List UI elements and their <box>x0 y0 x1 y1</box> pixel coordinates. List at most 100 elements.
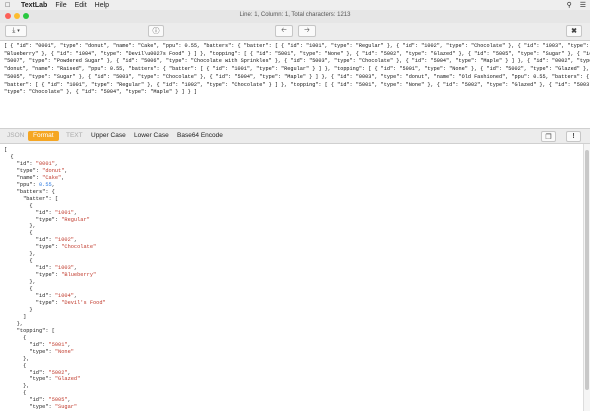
json-punctuation: "id": <box>4 209 55 216</box>
json-punctuation: , <box>54 160 59 167</box>
json-punctuation: { <box>4 202 33 209</box>
json-number: 0.55 <box>38 181 52 188</box>
scrollbar[interactable] <box>583 144 590 411</box>
menu-help[interactable]: Help <box>95 2 109 9</box>
output-line: } <box>4 307 579 314</box>
menu-edit[interactable]: Edit <box>75 2 87 9</box>
json-punctuation: , <box>67 341 71 348</box>
output-line: { <box>4 258 579 265</box>
json-punctuation: , <box>51 181 55 188</box>
json-string: "1003" <box>54 265 74 272</box>
exclamation-icon: ! <box>572 133 575 140</box>
close-icon: ✖ <box>571 28 577 35</box>
output-line: { <box>4 390 579 397</box>
json-punctuation: "topping": [ <box>4 327 55 334</box>
output-line: "batters": { <box>4 189 579 196</box>
input-line: "batter": [ { "id": "1001", "type": "Reg… <box>4 81 590 88</box>
download-button[interactable]: ⤓ ▾ <box>5 25 27 37</box>
tab-upper-case[interactable]: Upper Case <box>91 131 126 141</box>
json-punctuation: , <box>73 265 78 272</box>
arrow-right-icon: 🡢 <box>304 26 310 34</box>
json-string: "5002" <box>48 369 68 376</box>
tab-format[interactable]: Format <box>28 131 59 141</box>
output-text-area[interactable]: [ { "id": "0001", "type": "donut", "name… <box>0 144 583 411</box>
apple-icon[interactable]:  <box>5 2 13 9</box>
json-punctuation: "id": <box>4 293 55 300</box>
info-button[interactable]: ⓘ <box>148 25 164 37</box>
tab-base64-encode[interactable]: Base64 Encode <box>177 131 223 141</box>
scrollbar-thumb[interactable] <box>585 150 589 390</box>
menu-file[interactable]: File <box>55 2 66 9</box>
menu-bar:  TextLab File Edit Help ⚲ ☰ <box>0 0 590 10</box>
json-punctuation: "type": <box>4 272 62 279</box>
input-text-area[interactable]: [ { "id": "0001", "type": "donut", "name… <box>0 41 590 127</box>
json-string: "donut" <box>42 167 65 174</box>
json-string: "Glazed" <box>54 376 81 383</box>
input-line: "5005", "type": "Sugar" }, { "id": "5003… <box>4 73 590 80</box>
output-line: }, <box>4 223 579 230</box>
download-icon: ⤓ <box>12 27 16 34</box>
input-line: "Blueberry" }, { "id": "1004", "type": "… <box>4 50 590 57</box>
tab-info-button[interactable]: ! <box>566 131 581 142</box>
json-string: "1004" <box>54 293 74 300</box>
json-string: "1001" <box>54 209 74 216</box>
redo-button[interactable]: 🡢 <box>298 25 316 37</box>
spotlight-search-icon[interactable]: ⚲ <box>567 1 572 9</box>
info-icon: ⓘ <box>152 28 160 35</box>
output-line: "type": "Regular" <box>4 217 579 224</box>
json-string: "1002" <box>54 237 74 244</box>
json-punctuation: , <box>67 369 71 376</box>
tab-text[interactable]: TEXT <box>66 131 83 141</box>
json-punctuation: , <box>67 397 71 404</box>
json-punctuation: "name": <box>4 174 43 181</box>
json-punctuation: , <box>73 293 78 300</box>
undo-button[interactable]: 🡠 <box>275 25 293 37</box>
json-punctuation: }, <box>4 279 36 286</box>
json-punctuation: { <box>4 258 33 265</box>
json-punctuation: "batter": [ <box>4 195 59 202</box>
output-line: "type": "Devil's Food" <box>4 300 579 307</box>
copy-button[interactable]: ❐ <box>541 131 556 142</box>
tab-json[interactable]: JSON <box>7 131 24 141</box>
json-punctuation: , <box>61 174 65 181</box>
copy-icon: ❐ <box>545 133 552 141</box>
tab-lower-case[interactable]: Lower Case <box>134 131 169 141</box>
json-punctuation: { <box>4 230 33 237</box>
output-line: { <box>4 203 579 210</box>
output-line: "id": "0001", <box>4 161 579 168</box>
output-line: [ <box>4 147 579 154</box>
output-line: "name": "Cake", <box>4 175 579 182</box>
json-string: "Chocolate" <box>61 244 97 251</box>
output-line: ] <box>4 314 579 321</box>
json-punctuation: "type": <box>4 376 55 383</box>
json-punctuation: "ppu": <box>4 181 39 188</box>
json-punctuation: "id": <box>4 397 49 404</box>
json-punctuation: "id": <box>4 265 55 272</box>
output-line: "type": "Chocolate" <box>4 244 579 251</box>
output-line: "type": "Blueberry" <box>4 272 579 279</box>
json-punctuation: { <box>4 286 33 293</box>
output-line: }, <box>4 279 579 286</box>
menu-list-icon[interactable]: ☰ <box>580 1 586 9</box>
json-punctuation: { <box>4 362 27 369</box>
output-line: "topping": [ <box>4 328 579 335</box>
window-title: Line: 1, Column: 1, Total characters: 12… <box>239 12 351 18</box>
json-string: "Devil's Food" <box>61 299 106 306</box>
json-punctuation: { <box>4 153 14 160</box>
json-string: "None" <box>54 348 74 355</box>
input-line: "type": "Chocolate" }, { "id": "5004", "… <box>4 89 198 96</box>
output-line: "id": "5002", <box>4 370 579 377</box>
json-punctuation: , <box>73 237 78 244</box>
clear-button[interactable]: ✖ <box>566 25 582 37</box>
json-punctuation: "type": <box>4 244 62 251</box>
output-line: { <box>4 286 579 293</box>
json-string: "Blueberry" <box>61 272 97 279</box>
json-string: "5005" <box>48 397 68 404</box>
output-line: "id": "1004", <box>4 293 579 300</box>
output-line: }, <box>4 383 579 390</box>
menu-app-name[interactable]: TextLab <box>21 2 47 9</box>
json-string: "Regular" <box>61 216 90 223</box>
output-line: "id": "5005", <box>4 397 579 404</box>
output-line: "batter": [ <box>4 196 579 203</box>
json-punctuation: { <box>4 334 27 341</box>
